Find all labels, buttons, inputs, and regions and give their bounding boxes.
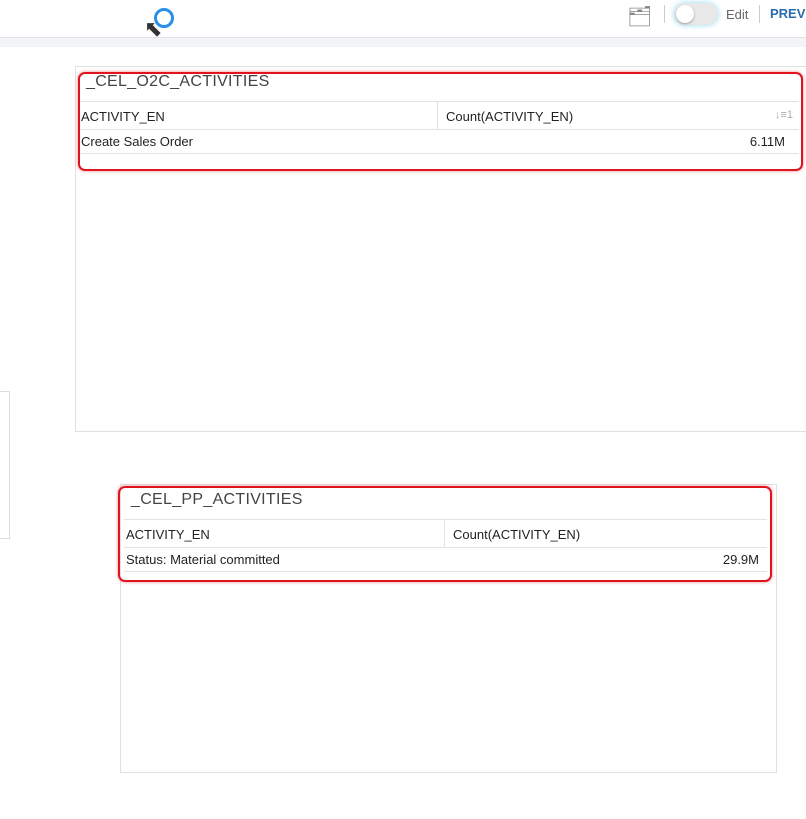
history-icon[interactable]: 🗂	[627, 4, 652, 29]
side-panel-edge	[0, 391, 10, 539]
toolbar-strip	[0, 38, 806, 47]
edit-label: Edit	[726, 7, 749, 22]
edit-toggle[interactable]	[674, 3, 718, 25]
highlight-box	[118, 486, 772, 582]
highlight-box	[78, 72, 803, 171]
divider	[759, 5, 760, 23]
preview-button[interactable]: PREVI	[770, 6, 806, 21]
top-bar: ⬉ 🗂 Edit PREVI	[0, 0, 806, 41]
divider	[664, 5, 665, 23]
